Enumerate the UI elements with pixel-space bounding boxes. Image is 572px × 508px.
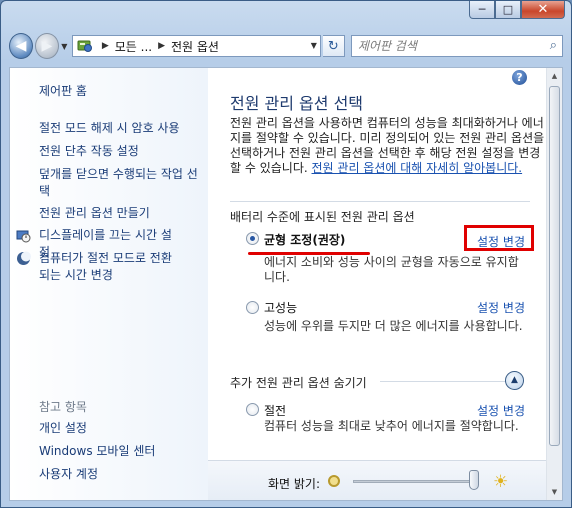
divider [380,381,512,382]
navigation-bar: ◀ ▶ ▼ ▶ 모든 ... ▶ 전원 옵션 ▼ ↻ ⌕ [9,31,563,61]
brightness-label: 화면 밝기: [268,477,321,491]
brightness-bar: 화면 밝기: ☀ [208,460,547,500]
change-settings-power-saver-link[interactable]: 설정 변경 [477,402,525,419]
sidebar-link-create-plan[interactable]: 전원 관리 옵션 만들기 [39,205,204,222]
address-bar[interactable]: ▶ 모든 ... ▶ 전원 옵션 ▼ [71,35,321,57]
breadcrumb-all-items[interactable]: 모든 ... [115,38,152,55]
breadcrumb-separator-icon: ▶ [158,41,165,51]
annotation-underline [248,252,370,255]
back-button[interactable]: ◀ [9,33,33,59]
bright-sun-icon: ☀ [493,472,509,492]
scrollbar-thumb[interactable] [549,86,560,446]
sidebar-link-user-accounts[interactable]: 사용자 계정 [39,466,204,483]
plan-name-balanced[interactable]: 균형 조정(권장) [264,231,345,248]
moon-icon [17,251,31,265]
content-area: 제어판 홈 절전 모드 해제 시 암호 사용 전원 단추 작동 설정 덮개를 닫… [9,67,563,501]
sidebar-link-require-password[interactable]: 절전 모드 해제 시 암호 사용 [39,120,204,137]
plan-name-high-performance[interactable]: 고성능 [264,299,297,316]
sidebar-link-lid-close[interactable]: 덮개를 닫으면 수행되는 작업 선택 [39,166,204,200]
sidebar-link-label: 컴퓨터가 절전 모드로 전환되는 시간 변경 [39,251,172,282]
sidebar-link-mobility-center[interactable]: Windows 모바일 센터 [39,443,204,460]
page-description: 전원 관리 옵션을 사용하면 컴퓨터의 성능을 최대화하거나 에너지를 절약할 … [230,116,546,176]
annotation-highlight-box [464,225,534,251]
help-icon[interactable]: ? [512,70,527,85]
change-settings-high-performance-link[interactable]: 설정 변경 [477,299,525,316]
search-input[interactable] [351,36,557,56]
brightness-slider-thumb[interactable] [469,470,480,490]
sidebar-link-sleep-time[interactable]: 컴퓨터가 절전 모드로 전환되는 시간 변경 [16,250,181,284]
page-title: 전원 관리 옵션 선택 [230,94,364,113]
breadcrumb-separator-icon: ▶ [101,41,109,51]
breadcrumb-power-options[interactable]: 전원 옵션 [171,38,219,55]
search-box: ⌕ [350,35,563,57]
see-also-heading: 참고 항목 [39,400,87,414]
sidebar: 제어판 홈 절전 모드 해제 시 암호 사용 전원 단추 작동 설정 덮개를 닫… [10,68,208,500]
plan-radio-power-saver[interactable] [246,403,259,416]
caption-buttons: ─ □ ✕ [469,1,565,20]
vertical-scrollbar[interactable]: ▲ ▼ [546,68,562,500]
dim-brightness-icon [328,475,340,487]
brightness-slider-track[interactable] [353,480,478,483]
sidebar-link-personalization[interactable]: 개인 설정 [39,420,204,437]
collapse-chevron-up-icon[interactable]: ▲ [505,371,524,390]
plan-desc-high-performance: 성능에 우위를 두지만 더 많은 에너지를 사용합니다. [264,319,523,333]
sidebar-link-power-buttons[interactable]: 전원 단추 작동 설정 [39,143,204,160]
scroll-up-icon[interactable]: ▲ [548,69,561,83]
battery-plans-heading: 배터리 수준에 표시된 전원 관리 옵션 [230,210,415,224]
close-button[interactable]: ✕ [521,1,565,19]
maximize-button[interactable]: □ [495,1,521,19]
power-options-window: ─ □ ✕ ◀ ▶ ▼ ▶ 모든 ... ▶ 전원 옵션 ▼ ↻ ⌕ 제어판 홈 [0,0,572,508]
main-panel: 전원 관리 옵션 선택 전원 관리 옵션을 사용하면 컴퓨터의 성능을 최대화하… [208,68,547,500]
plan-desc-power-saver: 컴퓨터 성능을 최대로 낮추어 에너지를 절약합니다. [264,419,519,433]
divider [230,201,530,202]
sidebar-link-control-panel-home[interactable]: 제어판 홈 [39,83,204,100]
forward-button[interactable]: ▶ [34,33,59,59]
plan-radio-high-performance[interactable] [246,301,259,314]
refresh-button[interactable]: ↻ [322,35,345,57]
scroll-down-icon[interactable]: ▼ [548,485,561,499]
address-dropdown-icon[interactable]: ▼ [311,41,317,50]
plan-desc-balanced: 에너지 소비와 성능 사이의 균형을 자동으로 유지합니다. [264,255,519,284]
clock-monitor-icon [16,230,31,243]
control-panel-icon [77,40,92,52]
learn-more-link[interactable]: 전원 관리 옵션에 대해 자세히 알아봅니다. [312,161,523,175]
plan-name-power-saver[interactable]: 절전 [264,402,286,419]
plan-radio-balanced[interactable] [246,232,259,245]
minimize-button[interactable]: ─ [469,1,495,19]
search-icon[interactable]: ⌕ [550,38,557,53]
recent-pages-dropdown-icon[interactable]: ▼ [59,42,70,51]
extra-plans-heading: 추가 전원 관리 옵션 숨기기 [230,376,367,390]
